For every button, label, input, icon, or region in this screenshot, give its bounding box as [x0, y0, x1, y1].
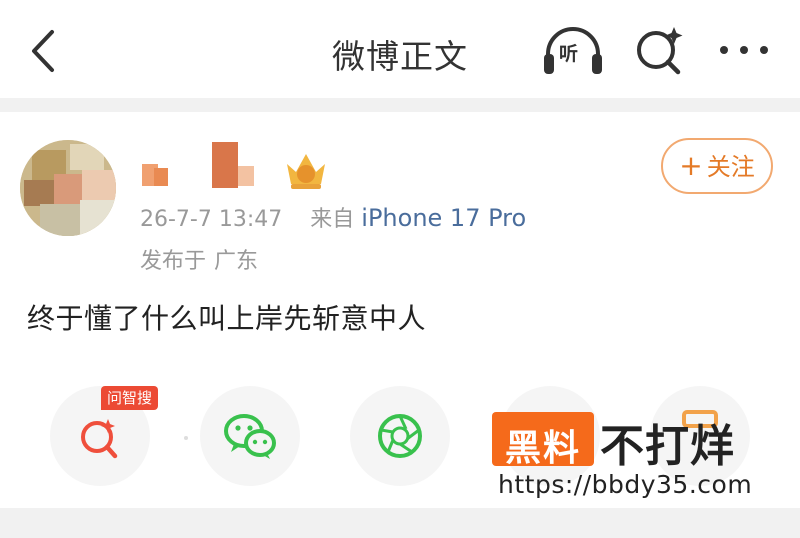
watermark-url: https://bbdy35.com [498, 470, 753, 499]
watermark-title: 不打烊 [600, 421, 735, 472]
watermark-badge: 黑料 [492, 412, 594, 469]
username-obscured[interactable] [138, 142, 278, 194]
moments-share-button[interactable] [350, 386, 450, 486]
source-prefix: 来自 [310, 207, 355, 232]
divider-dot [184, 436, 188, 440]
watermark-badge-text: 黑料 [504, 428, 581, 469]
follow-label: 关注 [706, 153, 755, 181]
listen-label: 听 [559, 43, 579, 65]
ai-search-tag: 问智搜 [101, 386, 159, 410]
moments-icon [378, 414, 422, 458]
location-prefix: 发布于 [140, 249, 207, 274]
post-text: 终于懂了什么叫上岸先斩意中人 [27, 302, 427, 335]
follow-button[interactable]: + 关注 [661, 138, 773, 194]
section-divider [0, 98, 800, 112]
top-nav-bar: 微博正文 听 [0, 0, 800, 100]
post-timestamp: 26-7-7 13:47 [140, 207, 283, 232]
more-button[interactable] [718, 34, 770, 66]
post-location: 发布于 广东 [140, 243, 258, 275]
post-meta: 26-7-7 13:47 来自 iPhone 17 Pro [140, 201, 526, 233]
wechat-icon [224, 414, 276, 459]
wechat-share-button[interactable] [200, 386, 300, 486]
post-source-link[interactable]: iPhone 17 Pro [361, 204, 526, 232]
location-value: 广东 [214, 249, 259, 274]
search-button[interactable] [634, 25, 686, 77]
crown-badge-icon [283, 150, 329, 192]
listen-button[interactable]: 听 [542, 24, 604, 78]
search-icon [637, 27, 683, 75]
avatar[interactable] [20, 140, 116, 236]
plus-icon: + [679, 149, 703, 182]
bottom-divider [0, 508, 800, 538]
